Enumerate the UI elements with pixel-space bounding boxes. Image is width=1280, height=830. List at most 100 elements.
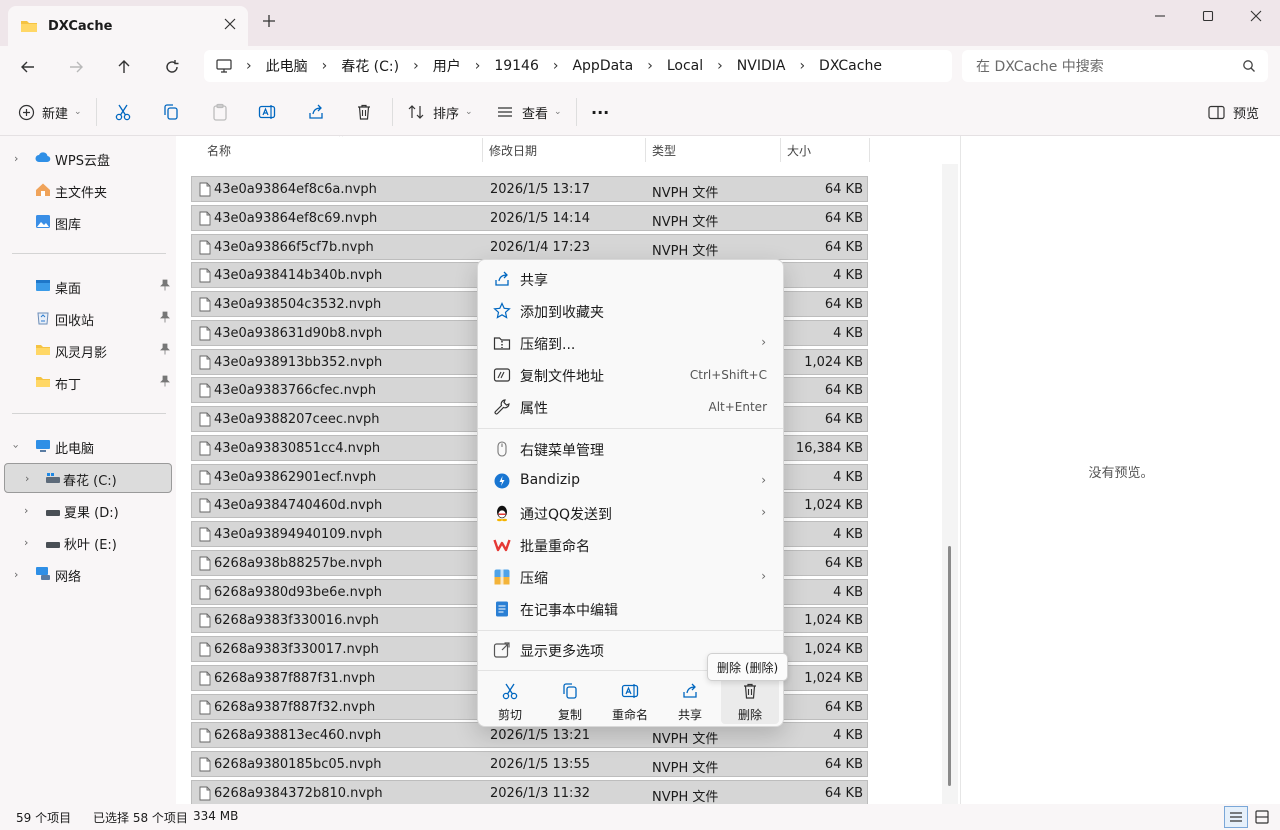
qq-icon xyxy=(493,504,511,522)
menu-item-edit-notepad[interactable]: 在记事本中编辑 xyxy=(483,594,780,624)
breadcrumb-separator[interactable]: › xyxy=(553,58,559,74)
sidebar-item-desktop[interactable]: 桌面 xyxy=(4,271,172,301)
rename-button[interactable] xyxy=(258,100,276,124)
column-resize-handle[interactable] xyxy=(645,138,646,162)
pin-icon[interactable] xyxy=(160,279,170,295)
cut-button[interactable] xyxy=(114,100,132,124)
preview-button[interactable]: 预览 xyxy=(1208,100,1259,124)
sidebar-item-home[interactable]: 主文件夹 xyxy=(4,175,172,205)
menu-item-add-favorite[interactable]: 添加到收藏夹 xyxy=(483,296,780,326)
file-icon xyxy=(199,700,211,719)
close-window-button[interactable] xyxy=(1232,0,1280,32)
wps-icon xyxy=(493,536,511,554)
back-button[interactable] xyxy=(14,54,42,80)
column-header-type[interactable]: 类型 xyxy=(652,142,676,159)
column-header-date[interactable]: 修改日期 xyxy=(489,142,537,159)
breadcrumb-item[interactable]: NVIDIA xyxy=(737,58,786,74)
view-button[interactable]: 查看 ⌄ xyxy=(496,100,562,124)
refresh-button[interactable] xyxy=(158,54,186,80)
menu-item-compress-to[interactable]: 压缩到... › xyxy=(483,328,780,358)
file-size: 64 KB xyxy=(824,182,863,197)
sidebar-item-recycle-bin[interactable]: 回收站 xyxy=(4,303,172,333)
menu-item-copy-path[interactable]: 复制文件地址 Ctrl+Shift+C xyxy=(483,360,780,390)
chevron-right-icon[interactable]: › xyxy=(25,472,29,485)
sidebar-item-drive-c[interactable]: › 春花 (C:) xyxy=(4,463,172,493)
breadcrumb-separator[interactable]: › xyxy=(475,58,481,74)
pin-icon[interactable] xyxy=(160,343,170,359)
quick-action-share[interactable]: 共享 xyxy=(661,676,719,724)
column-resize-handle[interactable] xyxy=(780,138,781,162)
sidebar-item-folder-2[interactable]: 布丁 xyxy=(4,367,172,397)
chevron-right-icon[interactable]: › xyxy=(24,504,28,517)
table-row[interactable]: 43e0a93864ef8c6a.nvph 2026/1/5 13:17 NVPH … xyxy=(191,176,868,202)
close-tab-icon[interactable] xyxy=(224,18,236,30)
menu-item-compress[interactable]: 压缩 › xyxy=(483,562,780,592)
delete-button[interactable] xyxy=(355,100,373,124)
breadcrumb-item[interactable]: Local xyxy=(667,58,703,74)
vertical-scrollbar[interactable] xyxy=(942,136,958,804)
table-row[interactable]: 43e0a93866f5cf7b.nvph 2026/1/4 17:23 NVPH … xyxy=(191,233,868,260)
sidebar-item-gallery[interactable]: 图库 xyxy=(4,207,172,237)
menu-item-context-manager[interactable]: 右键菜单管理 xyxy=(483,434,780,464)
menu-item-send-qq[interactable]: 通过QQ发送到 › xyxy=(483,498,780,528)
column-header-size[interactable]: 大小 xyxy=(787,142,811,159)
chevron-right-icon[interactable]: › xyxy=(14,152,18,165)
breadcrumb-item[interactable]: 春花 (C:) xyxy=(341,56,399,76)
table-row[interactable]: 43e0a93864ef8c69.nvph 2026/1/5 14:14 NVPH … xyxy=(191,204,868,231)
sidebar-item-drive-d[interactable]: › 夏果 (D:) xyxy=(4,495,172,525)
quick-action-cut[interactable]: 剪切 xyxy=(481,676,539,724)
breadcrumb-separator[interactable]: › xyxy=(717,58,723,74)
search-placeholder: 在 DXCache 中搜索 xyxy=(976,59,1104,75)
address-bar: › 此电脑 › 春花 (C:) › 用户 › 19146 › AppData ›… xyxy=(0,46,1280,88)
breadcrumb-separator[interactable]: › xyxy=(413,58,419,74)
breadcrumb-item[interactable]: DXCache xyxy=(819,58,882,74)
new-button[interactable]: 新建 ⌄ xyxy=(18,100,82,124)
pin-icon[interactable] xyxy=(160,375,170,391)
window-tab[interactable]: DXCache xyxy=(8,6,248,46)
search-input[interactable]: 在 DXCache 中搜索 xyxy=(962,50,1268,82)
menu-item-batch-rename[interactable]: 批量重命名 xyxy=(483,530,780,560)
minimize-button[interactable] xyxy=(1136,0,1184,32)
chevron-right-icon[interactable]: › xyxy=(24,536,28,549)
breadcrumb-separator[interactable]: › xyxy=(647,58,653,74)
maximize-button[interactable] xyxy=(1184,0,1232,32)
breadcrumb-item[interactable]: 此电脑 xyxy=(266,56,308,76)
breadcrumb[interactable]: › 此电脑 › 春花 (C:) › 用户 › 19146 › AppData ›… xyxy=(204,50,952,82)
column-resize-handle[interactable] xyxy=(869,138,870,162)
breadcrumb-item[interactable]: 19146 xyxy=(494,58,539,74)
up-button[interactable] xyxy=(110,54,138,80)
column-header-name[interactable]: 名称 xyxy=(207,142,231,159)
table-row[interactable]: 6268a9384372b810.nvph 2026/1/3 11:32 NVPH … xyxy=(191,779,868,804)
breadcrumb-item[interactable]: AppData xyxy=(572,58,633,74)
menu-item-bandizip[interactable]: Bandizip › xyxy=(483,466,780,496)
quick-action-rename[interactable]: 重命名 xyxy=(601,676,659,724)
paste-button[interactable] xyxy=(211,100,229,124)
menu-item-properties[interactable]: 属性 Alt+Enter xyxy=(483,392,780,422)
more-options-button[interactable]: ··· xyxy=(591,100,609,124)
table-row[interactable]: 6268a9380185bc05.nvph 2026/1/5 13:55 NVPH … xyxy=(191,751,868,777)
forward-button[interactable] xyxy=(62,54,90,80)
quick-action-delete[interactable]: 删除 xyxy=(721,676,779,724)
copy-button[interactable] xyxy=(162,100,180,124)
breadcrumb-item[interactable]: 用户 xyxy=(433,56,461,76)
chevron-right-icon[interactable]: › xyxy=(14,568,18,581)
chevron-down-icon[interactable]: › xyxy=(10,444,23,448)
breadcrumb-separator[interactable]: › xyxy=(799,58,805,74)
sidebar-item-drive-e[interactable]: › 秋叶 (E:) xyxy=(4,527,172,557)
sort-button[interactable]: 排序 ⌄ xyxy=(407,100,473,124)
sidebar-item-this-pc[interactable]: › 此电脑 xyxy=(4,431,172,461)
details-view-button[interactable] xyxy=(1224,806,1248,828)
sidebar-item-wps-cloud[interactable]: › WPS云盘 xyxy=(4,143,172,173)
scrollbar-thumb[interactable] xyxy=(948,546,951,786)
column-resize-handle[interactable] xyxy=(482,138,483,162)
new-tab-button[interactable] xyxy=(262,14,276,28)
breadcrumb-separator[interactable]: › xyxy=(322,58,328,74)
sidebar-item-network[interactable]: › 网络 xyxy=(4,559,172,589)
share-button[interactable] xyxy=(307,100,325,124)
sidebar-item-folder-1[interactable]: 风灵月影 xyxy=(4,335,172,365)
quick-action-copy[interactable]: 复制 xyxy=(541,676,599,724)
menu-item-share[interactable]: 共享 xyxy=(483,264,780,294)
breadcrumb-separator[interactable]: › xyxy=(246,58,252,74)
pin-icon[interactable] xyxy=(160,311,170,327)
tiles-view-button[interactable] xyxy=(1250,806,1274,828)
